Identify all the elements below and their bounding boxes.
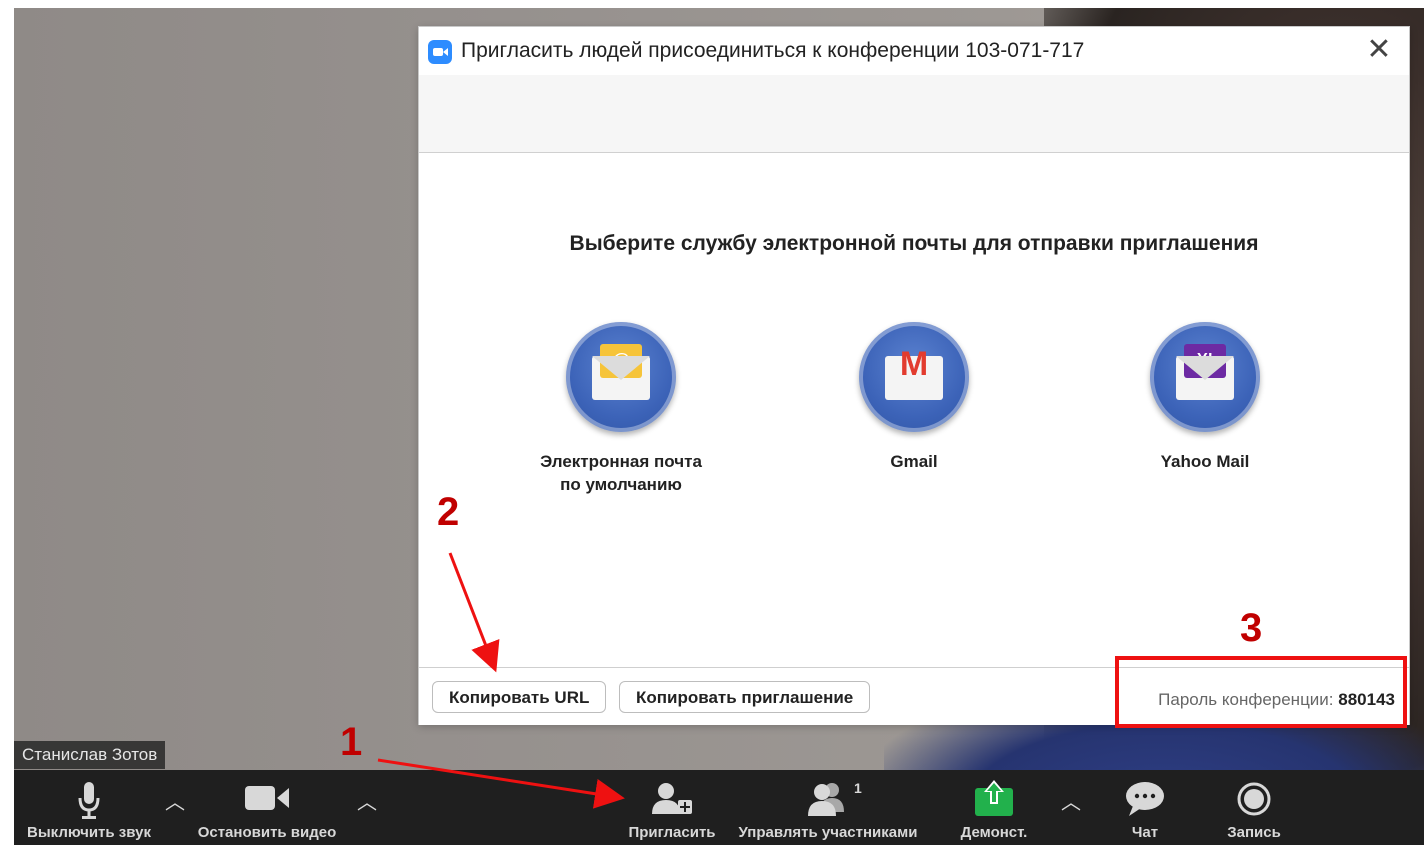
dialog-titlebar: Пригласить людей присоединиться к конфер… bbox=[419, 27, 1409, 75]
microphone-icon bbox=[78, 782, 100, 819]
manage-participants-button[interactable]: 1 Управлять участниками bbox=[730, 770, 926, 845]
invite-label: Пригласить bbox=[628, 824, 716, 841]
yahoo-mail-option[interactable]: Y! Yahoo Mail bbox=[1090, 322, 1320, 473]
annotation-one: 1 bbox=[340, 720, 363, 764]
chevron-up-icon: ︿ bbox=[1061, 792, 1081, 814]
copy-url-button[interactable]: Копировать URL bbox=[432, 681, 607, 713]
participant-name-label: Станислав Зотов bbox=[14, 741, 166, 769]
participants-count: 1 bbox=[854, 780, 862, 796]
yahoo-mail-label: Yahoo Mail bbox=[1160, 452, 1250, 471]
annotation-two: 2 bbox=[437, 490, 460, 534]
stop-video-button[interactable]: Остановить видео bbox=[192, 770, 342, 845]
video-options-button[interactable]: ︿ bbox=[354, 786, 380, 814]
share-options-button[interactable]: ︿ bbox=[1058, 786, 1084, 814]
zoom-app-icon bbox=[428, 40, 452, 64]
default-email-option[interactable]: @ Электронная почта по умолчанию bbox=[506, 322, 736, 496]
chat-label: Чат bbox=[1131, 824, 1159, 841]
share-screen-icon bbox=[975, 780, 1013, 816]
record-button[interactable]: Запись bbox=[1214, 770, 1294, 845]
mute-label: Выключить звук bbox=[27, 824, 151, 841]
record-icon bbox=[1237, 782, 1271, 816]
close-icon: ✕ bbox=[1366, 33, 1392, 66]
gmail-label: Gmail bbox=[890, 452, 938, 471]
meeting-toolbar: Выключить звук ︿ Остановить видео ︿ Приг… bbox=[14, 770, 1424, 845]
record-label: Запись bbox=[1227, 824, 1281, 841]
share-screen-label: Демонст. bbox=[960, 824, 1028, 841]
gmail-option[interactable]: M Gmail bbox=[799, 322, 1029, 473]
participants-icon bbox=[808, 783, 844, 816]
video-camera-icon bbox=[245, 786, 289, 810]
mute-button[interactable]: Выключить звук bbox=[14, 770, 164, 845]
chevron-up-icon: ︿ bbox=[165, 792, 185, 814]
close-button[interactable]: ✕ bbox=[1363, 35, 1395, 67]
gmail-icon: M bbox=[859, 322, 969, 432]
password-highlight-box bbox=[1115, 656, 1407, 728]
share-screen-button[interactable]: Демонст. bbox=[946, 770, 1042, 845]
annotation-three: 3 bbox=[1240, 606, 1263, 650]
dialog-tab-band bbox=[419, 75, 1409, 153]
default-email-icon: @ bbox=[566, 322, 676, 432]
dialog-heading: Выберите службу электронной почты для от… bbox=[569, 232, 1259, 255]
audio-options-button[interactable]: ︿ bbox=[162, 786, 188, 814]
yahoo-mail-icon: Y! bbox=[1150, 322, 1260, 432]
chat-button[interactable]: Чат bbox=[1110, 770, 1180, 845]
stop-video-label: Остановить видео bbox=[197, 824, 337, 841]
copy-invitation-button[interactable]: Копировать приглашение bbox=[619, 681, 871, 713]
participants-label: Управлять участниками bbox=[738, 824, 918, 841]
invite-button[interactable]: Пригласить bbox=[622, 770, 722, 845]
chat-bubble-icon bbox=[1126, 782, 1164, 816]
chevron-up-icon: ︿ bbox=[357, 792, 377, 814]
dialog-title: Пригласить людей присоединиться к конфер… bbox=[461, 39, 1085, 62]
add-person-icon bbox=[652, 783, 692, 814]
default-email-label: Электронная почта по умолчанию bbox=[540, 452, 702, 494]
